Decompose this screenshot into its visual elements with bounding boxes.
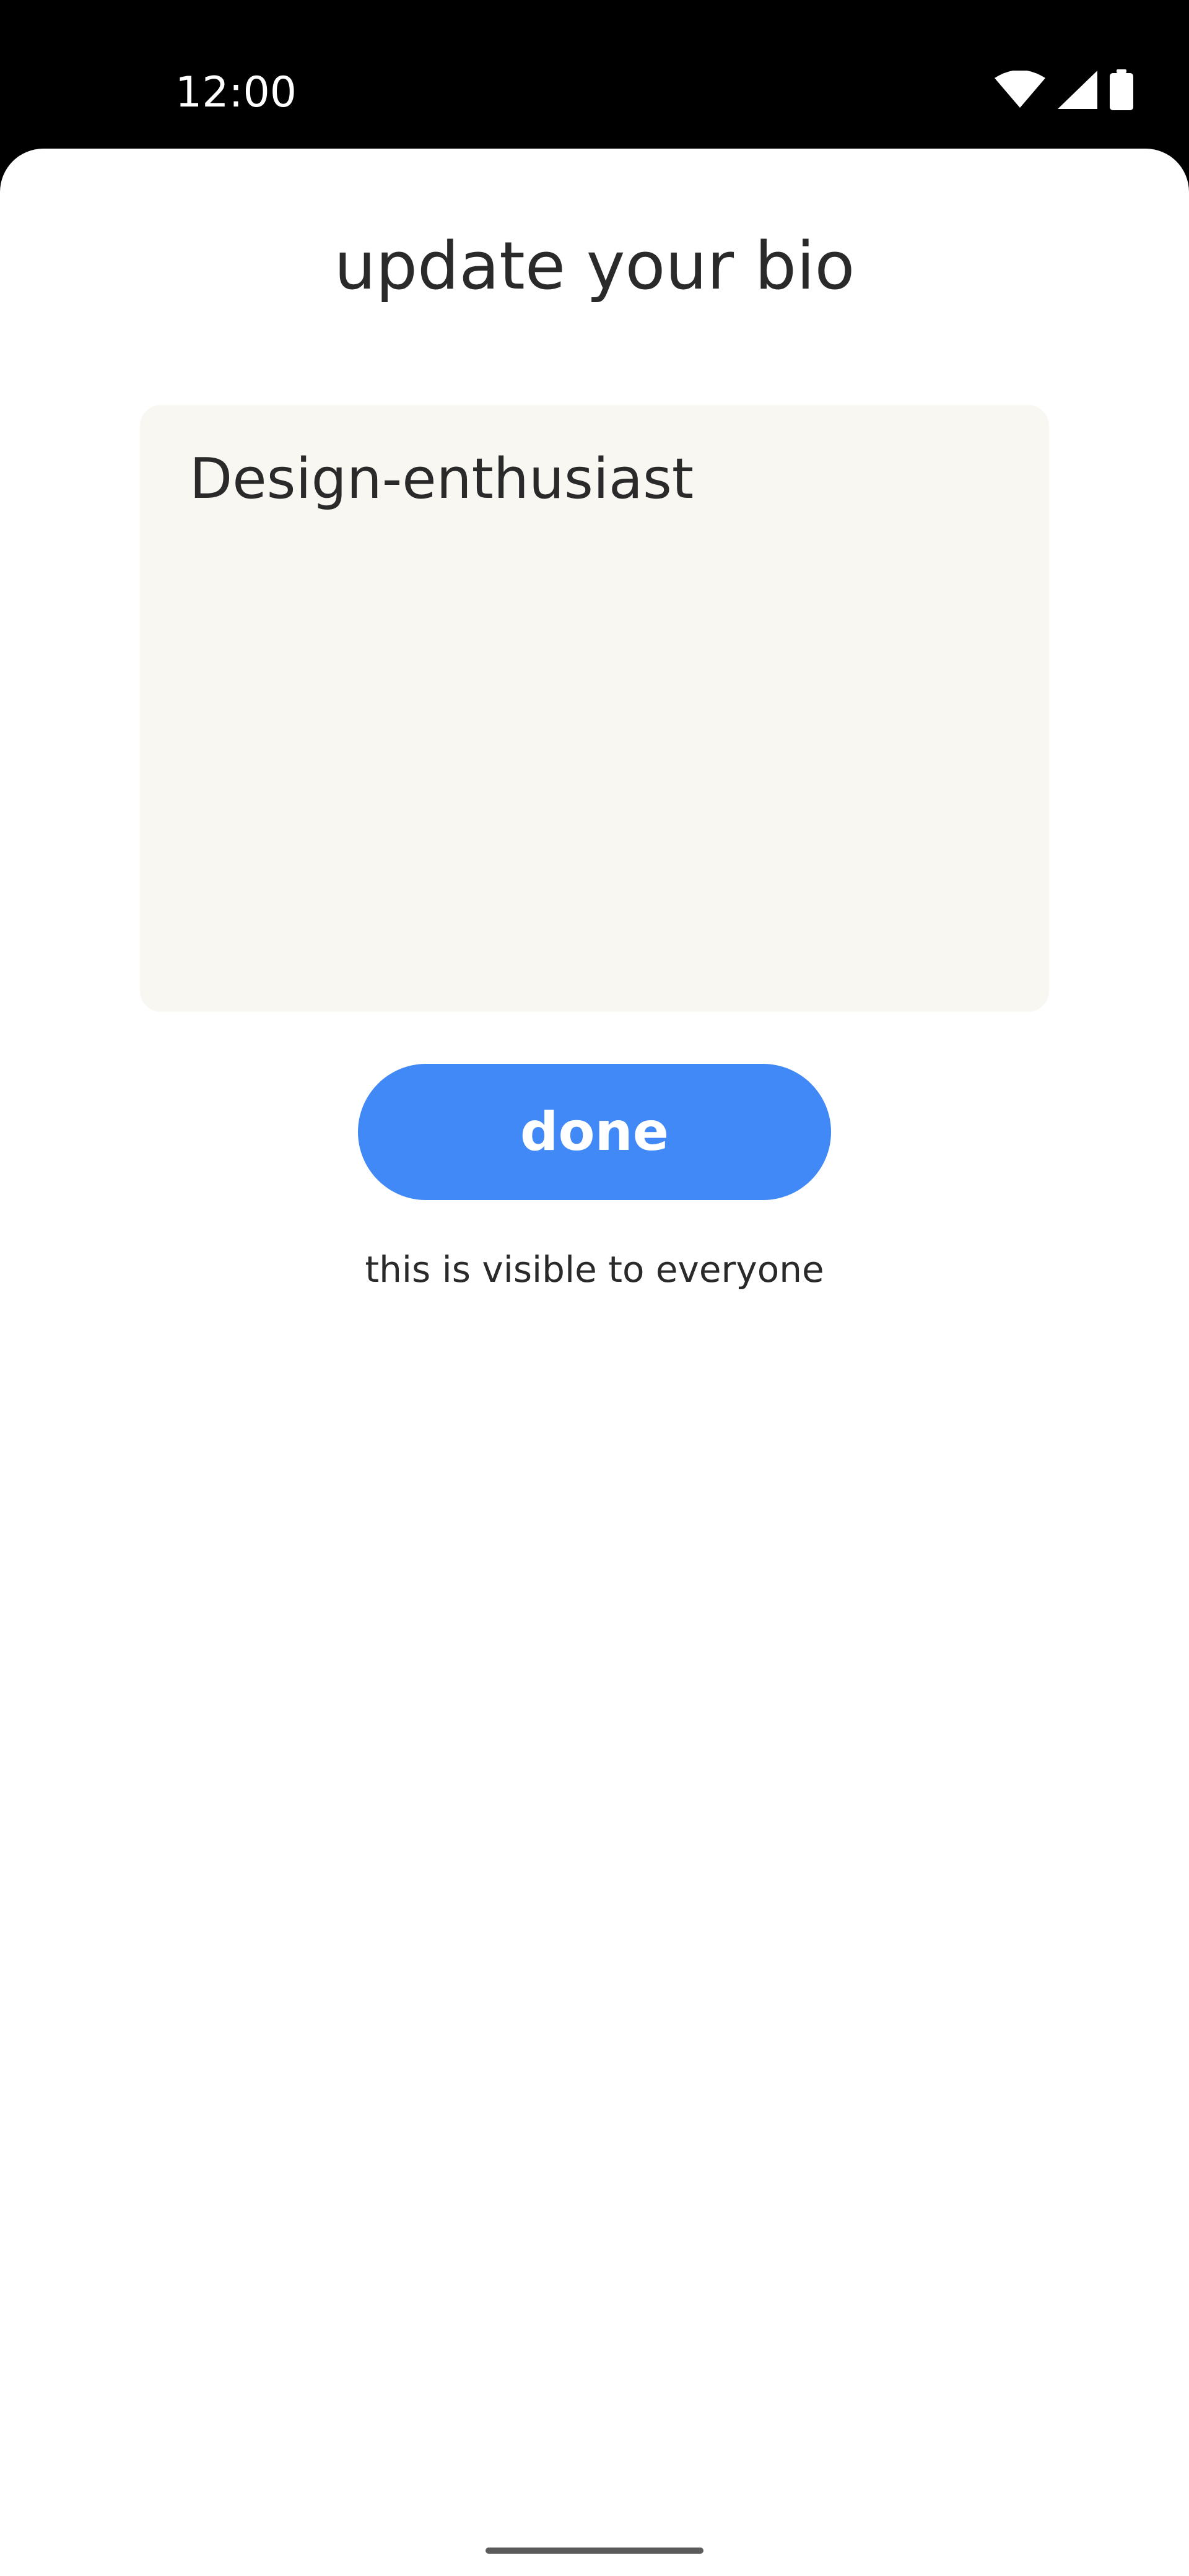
page-title: update your bio xyxy=(334,228,855,304)
status-time: 12:00 xyxy=(175,68,297,117)
bio-text-value: Design-enthusiast xyxy=(189,446,694,511)
home-indicator[interactable] xyxy=(486,2548,703,2554)
visibility-note: this is visible to everyone xyxy=(365,1248,824,1290)
bio-text-area[interactable]: Design-enthusiast xyxy=(140,405,1049,1012)
status-bar: 12:00 xyxy=(0,0,1189,155)
cellular-signal-icon xyxy=(1058,70,1097,112)
wifi-icon xyxy=(995,69,1045,112)
done-button[interactable]: done xyxy=(358,1064,831,1200)
battery-icon xyxy=(1110,69,1133,113)
status-icons xyxy=(995,69,1133,113)
